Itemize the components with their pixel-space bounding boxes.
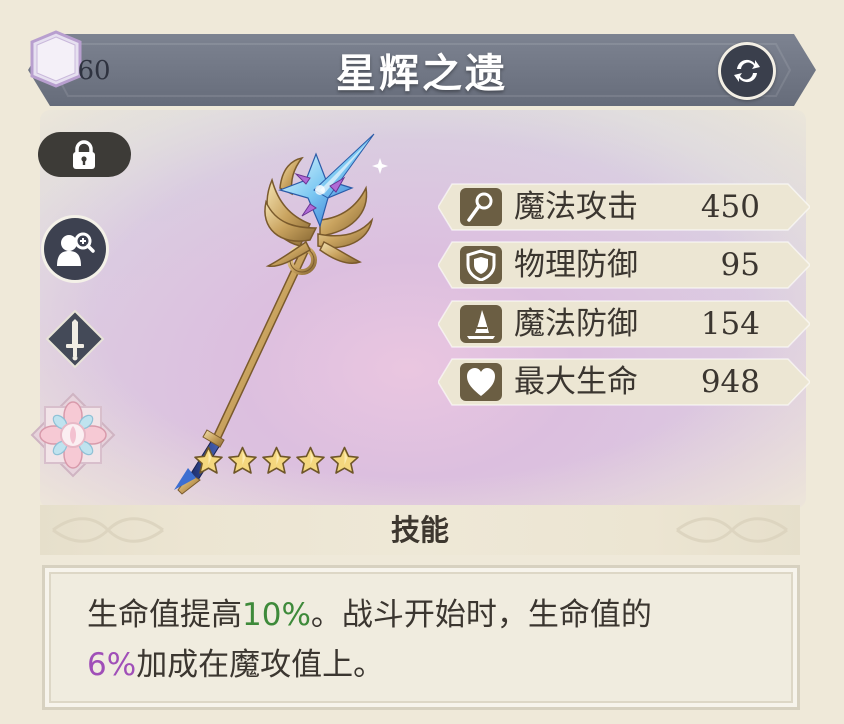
star-icon [194,446,223,474]
swap-icon [734,59,760,83]
stat-row: 物理防御 95 [438,240,810,290]
rarity-stars [193,446,360,476]
stat-row: 魔法攻击 450 [438,182,810,232]
light-element-icon [30,392,116,478]
item-detail-panel: 60 星辉之遗 魔法攻击 450 物理防御 95 魔法防御 154 最大生命 9… [0,0,844,724]
hp-bonus-value: 10% [242,597,311,633]
swap-button[interactable] [718,42,776,100]
skill-description-box: 生命值提高10%。战斗开始时，生命值的 6%加成在魔攻值上。 [42,565,800,710]
stat-icon-badge [460,188,502,226]
staff-weapon-image [174,133,388,495]
stat-label: 魔法攻击 [514,189,638,225]
star-icon [330,446,359,474]
stat-icon-badge [460,363,502,401]
stat-value: 154 [700,306,760,342]
title-banner: 60 星辉之遗 [28,30,816,110]
skill-section-header: 技能 [40,505,800,555]
conversion-value: 6% [87,647,137,683]
character-zoom-icon [57,232,95,266]
wand-icon [467,192,493,222]
wizard-hat-icon [467,310,495,339]
stat-row: 最大生命 948 [438,357,810,407]
sword-type-icon [45,309,105,369]
stat-icon-badge [460,305,502,343]
star-icon [296,446,325,474]
stat-label: 魔法防御 [514,306,638,342]
lock-button[interactable] [38,132,131,177]
star-icon [228,446,257,474]
stat-label: 物理防御 [514,247,638,283]
inspect-character-button[interactable] [44,218,106,280]
star-icon [262,446,291,474]
stat-icon-badge [460,246,502,284]
stat-label: 最大生命 [514,364,638,400]
stat-value: 948 [700,364,760,400]
skill-header-label: 技能 [390,513,449,547]
stat-value: 95 [720,247,760,283]
shield-icon [466,249,496,281]
heart-icon [467,368,495,396]
stat-value: 450 [700,189,760,225]
item-title: 星辉之遗 [336,51,508,97]
lock-icon [73,140,95,169]
skill-description: 生命值提高10%。战斗开始时，生命值的 6%加成在魔攻值上。 [87,597,652,683]
stat-row: 魔法防御 154 [438,299,810,349]
